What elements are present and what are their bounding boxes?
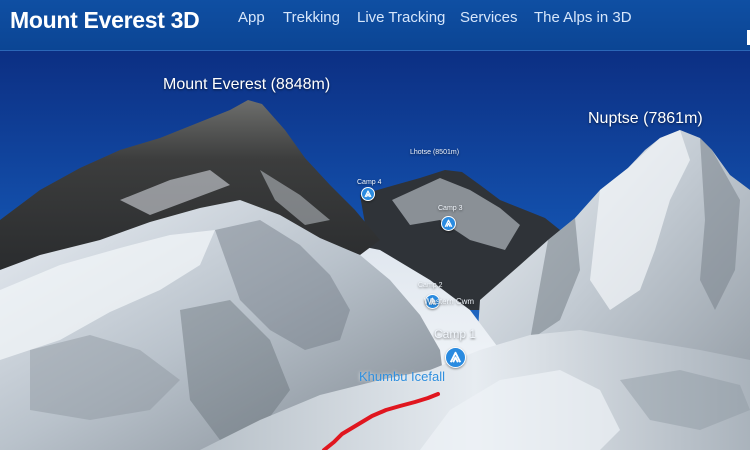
camp3-label[interactable]: Camp 3 bbox=[438, 205, 463, 212]
nav-link-app[interactable]: App bbox=[238, 9, 265, 26]
tent-icon[interactable] bbox=[441, 216, 456, 231]
top-navbar: Mount Everest 3D App Trekking Live Track… bbox=[0, 0, 750, 51]
nav-link-trekking[interactable]: Trekking bbox=[283, 9, 340, 26]
western-cwm-label[interactable]: Western Cwm bbox=[424, 297, 474, 306]
site-title[interactable]: Mount Everest 3D bbox=[10, 7, 200, 34]
nav-link-services[interactable]: Services bbox=[460, 9, 518, 26]
tent-icon[interactable] bbox=[445, 347, 466, 368]
camp2-label[interactable]: Camp 2 bbox=[418, 282, 443, 289]
nuptse-label[interactable]: Nuptse (7861m) bbox=[588, 110, 703, 128]
lhotse-label[interactable]: Lhotse (8501m) bbox=[410, 149, 459, 156]
khumbu-icefall-label[interactable]: Khumbu Icefall bbox=[359, 369, 445, 384]
everest-label[interactable]: Mount Everest (8848m) bbox=[163, 76, 330, 94]
nav-link-the-alps-in-3d[interactable]: The Alps in 3D bbox=[534, 9, 632, 26]
camp1-label[interactable]: Camp 1 bbox=[434, 327, 476, 341]
nav-link-live-tracking[interactable]: Live Tracking bbox=[357, 9, 445, 26]
camp4-label[interactable]: Camp 4 bbox=[357, 179, 382, 186]
tent-icon[interactable] bbox=[361, 187, 375, 201]
